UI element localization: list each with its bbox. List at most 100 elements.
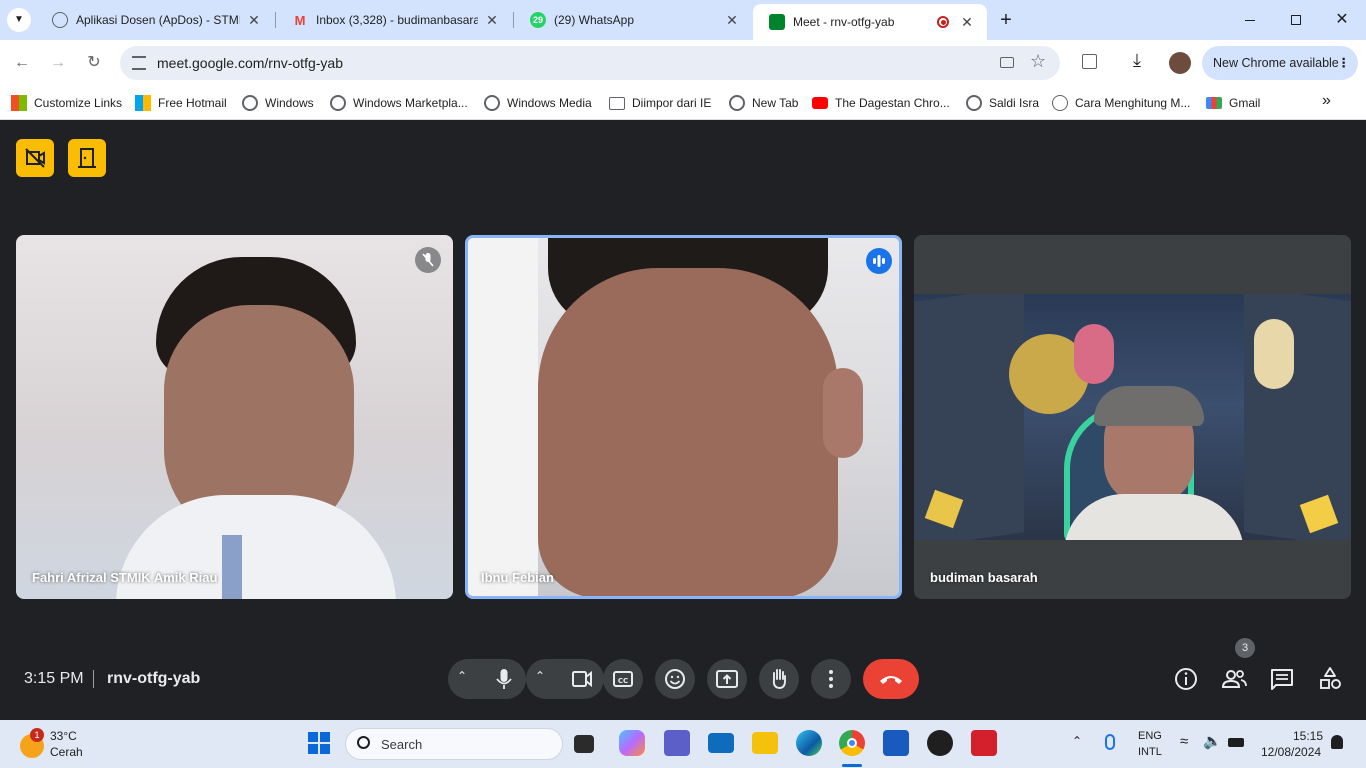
participant-video — [468, 238, 899, 596]
close-icon[interactable]: ✕ — [724, 12, 740, 28]
youtube-icon — [812, 97, 828, 109]
tab-gmail[interactable]: M Inbox (3,328) - budimanbasarah ✕ — [276, 0, 512, 40]
pdf-reader-icon[interactable] — [971, 730, 997, 756]
profile-avatar[interactable] — [1169, 52, 1191, 74]
video-options-chevron-icon[interactable]: ⌃ — [535, 669, 545, 683]
globe-icon — [729, 95, 745, 111]
chrome-icon[interactable] — [839, 730, 865, 756]
camera-button[interactable] — [560, 659, 604, 699]
captions-button[interactable]: CC — [603, 659, 643, 699]
bookmark-dagestan[interactable]: The Dagestan Chro... — [812, 93, 950, 113]
volume-icon[interactable]: 🔈 — [1203, 732, 1222, 750]
bookmark-cara-menghitung[interactable]: Cara Menghitung M... — [1052, 93, 1190, 113]
close-icon[interactable]: ✕ — [246, 12, 262, 28]
close-icon[interactable]: ✕ — [484, 12, 500, 28]
chrome-active-indicator — [842, 764, 862, 767]
mic-muted-icon — [415, 247, 441, 273]
bookmark-label: Cara Menghitung M... — [1075, 96, 1191, 110]
meeting-details-button[interactable] — [1170, 663, 1202, 695]
microphone-tray-icon[interactable] — [1105, 734, 1115, 750]
bookmark-free-hotmail[interactable]: Free Hotmail — [135, 93, 227, 113]
word-icon[interactable] — [883, 730, 909, 756]
teams-icon[interactable] — [664, 730, 690, 756]
chat-icon — [1271, 669, 1293, 690]
microphone-button[interactable] — [482, 659, 526, 699]
participant-video — [16, 235, 453, 599]
reload-icon[interactable]: ↻ — [81, 50, 107, 76]
wifi-icon[interactable]: ≈ — [1180, 733, 1188, 750]
participant-tile-active-speaker[interactable]: Ibnu Febian — [465, 235, 902, 599]
tab-whatsapp[interactable]: 29 (29) WhatsApp ✕ — [514, 0, 752, 40]
bookmark-windows-media[interactable]: Windows Media — [484, 93, 592, 113]
host-controls-button[interactable] — [16, 139, 54, 177]
notifications-bell-icon[interactable] — [1331, 735, 1343, 749]
site-settings-icon[interactable] — [132, 56, 146, 70]
close-icon[interactable]: ✕ — [959, 14, 975, 30]
extensions-icon[interactable] — [1082, 54, 1097, 69]
activities-button[interactable] — [1314, 663, 1346, 695]
tab-search-button[interactable]: ▼ — [7, 8, 31, 32]
bookmarks-bar: Customize Links Free Hotmail Windows Win… — [0, 86, 1366, 120]
mail-icon[interactable] — [708, 733, 734, 753]
language-line-1[interactable]: ENG — [1138, 730, 1162, 742]
weather-widget[interactable]: 1 33°C Cerah — [18, 728, 118, 762]
tab-meet[interactable]: Meet - rnv-otfg-yab ✕ — [753, 4, 987, 40]
activities-shapes-icon — [1320, 667, 1341, 689]
new-chrome-available-button[interactable]: New Chrome available ⋮ — [1202, 46, 1358, 80]
forward-arrow-icon[interactable]: → — [45, 50, 71, 76]
people-count-badge: 3 — [1235, 638, 1255, 658]
video-off-icon — [25, 148, 45, 168]
reactions-button[interactable] — [655, 659, 695, 699]
tab-apdos[interactable]: Aplikasi Dosen (ApDos) - STMIK ✕ — [36, 0, 274, 40]
battery-icon[interactable] — [1228, 738, 1244, 747]
meeting-safety-button[interactable] — [68, 139, 106, 177]
bookmark-saldi-isra[interactable]: Saldi Isra — [966, 93, 1039, 113]
back-arrow-icon[interactable]: ← — [9, 50, 35, 76]
download-icon[interactable]: ⤓ — [1133, 50, 1141, 71]
taskbar-search-box[interactable]: Search — [345, 728, 563, 760]
start-button[interactable] — [307, 731, 331, 755]
bookmark-gmail[interactable]: Gmail — [1206, 93, 1260, 113]
media-player-icon[interactable] — [927, 730, 953, 756]
new-tab-button[interactable]: + — [994, 8, 1018, 32]
restore-button[interactable] — [1282, 8, 1310, 32]
bookmark-folder-diimpor[interactable]: Diimpor dari IE — [609, 93, 711, 113]
task-view-icon[interactable] — [574, 735, 594, 753]
info-icon — [1175, 668, 1197, 690]
windows-taskbar: 1 33°C Cerah Search ⌃ ENG INTL ≈ 🔈 15:15… — [0, 720, 1366, 768]
bookmark-star-icon[interactable]: ☆ — [1030, 51, 1046, 72]
leave-call-button[interactable] — [863, 659, 919, 699]
url-text[interactable]: meet.google.com/rnv-otfg-yab — [157, 55, 343, 71]
participant-name: budiman basarah — [930, 570, 1038, 585]
bookmark-label: New Tab — [752, 96, 799, 110]
people-button[interactable]: 3 — [1218, 638, 1255, 695]
participant-tile[interactable]: Fahri Afrizal STMIK Amik Riau — [16, 235, 453, 599]
bookmark-customize-links[interactable]: Customize Links — [11, 93, 122, 113]
clock-date[interactable]: 12/08/2024 — [1261, 745, 1321, 759]
raise-hand-button[interactable] — [759, 659, 799, 699]
file-explorer-icon[interactable] — [752, 732, 778, 754]
more-options-button[interactable] — [811, 659, 851, 699]
hand-icon — [772, 669, 786, 689]
bookmark-new-tab[interactable]: New Tab — [729, 93, 798, 113]
bookmarks-overflow-icon[interactable]: » — [1322, 92, 1331, 110]
edge-icon[interactable] — [796, 730, 822, 756]
show-hidden-icons-chevron-icon[interactable]: ⌃ — [1072, 734, 1082, 748]
globe-icon — [330, 95, 346, 111]
present-screen-button[interactable] — [707, 659, 747, 699]
bookmark-label: Windows Media — [507, 96, 592, 110]
bookmark-windows[interactable]: Windows — [242, 93, 314, 113]
minimize-button[interactable] — [1236, 8, 1264, 32]
chat-button[interactable] — [1266, 663, 1298, 695]
clock-time[interactable]: 15:15 — [1293, 729, 1323, 743]
camera-indicator-icon[interactable] — [1000, 57, 1014, 68]
address-bar[interactable]: meet.google.com/rnv-otfg-yab ☆ — [120, 46, 1060, 80]
participant-tile[interactable]: budiman basarah — [914, 235, 1351, 599]
language-line-2[interactable]: INTL — [1138, 746, 1162, 758]
bookmark-label: The Dagestan Chro... — [835, 96, 950, 110]
window-close-button[interactable]: ✕ — [1328, 8, 1356, 32]
copilot-icon[interactable] — [619, 730, 645, 756]
bookmark-windows-marketplace[interactable]: Windows Marketpla... — [330, 93, 468, 113]
participant-name: Fahri Afrizal STMIK Amik Riau — [32, 570, 218, 585]
audio-options-chevron-icon[interactable]: ⌃ — [457, 669, 467, 683]
